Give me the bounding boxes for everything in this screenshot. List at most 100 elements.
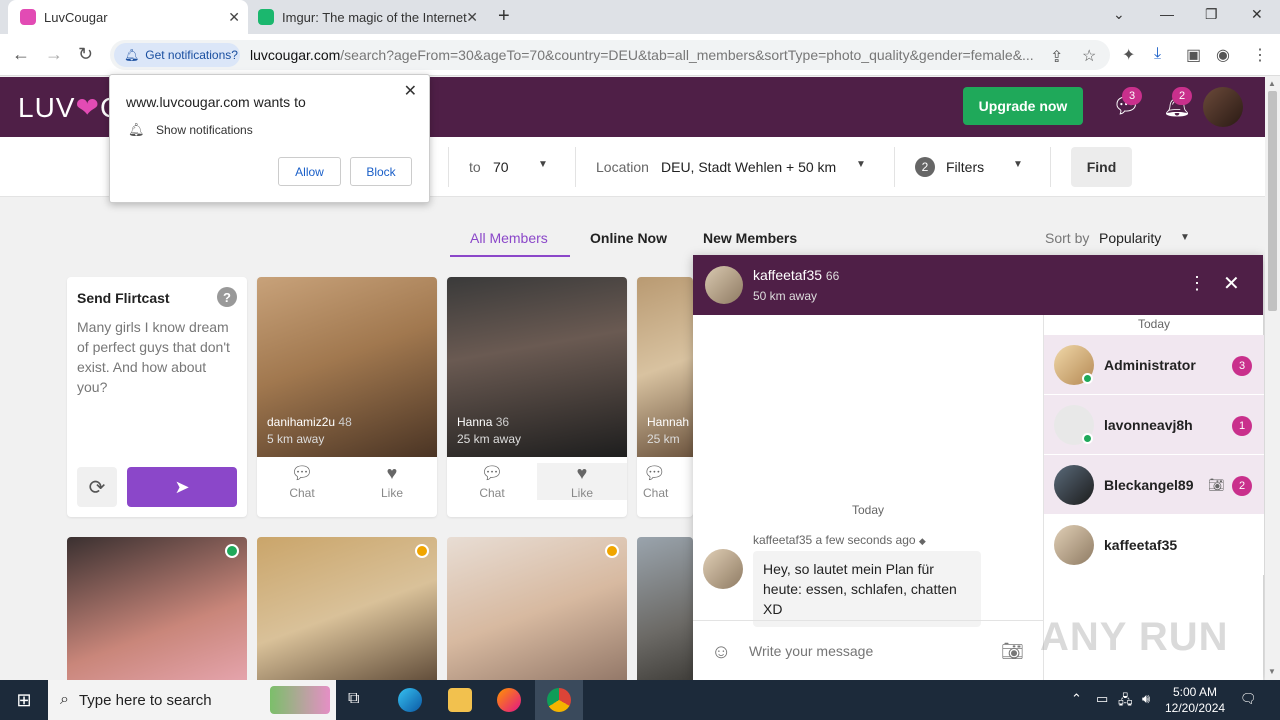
chevron-down-icon[interactable]: ▼ [538, 159, 548, 170]
filters-dropdown[interactable]: Filters [946, 159, 984, 175]
browser-menu-icon[interactable]: ⋮ [1252, 45, 1268, 65]
member-photo[interactable] [447, 537, 627, 687]
member-card[interactable]: Hannah 25 km 💬︎ Chat [637, 277, 693, 517]
online-status-dot [1082, 373, 1093, 384]
sender-avatar[interactable] [703, 549, 743, 589]
unread-badge: 3 [1232, 356, 1252, 376]
close-tab-icon[interactable]: ✕ [466, 9, 478, 26]
omnibox[interactable]: 🔔︎ Get notifications? luvcougar.com/sear… [110, 40, 1110, 70]
more-options-icon[interactable]: ⋮ [1188, 273, 1206, 294]
close-window-icon[interactable]: ✕ [1251, 6, 1263, 23]
chat-button[interactable]: 💬︎ Chat [257, 463, 347, 500]
conversation-item[interactable]: Bleckangel89 📷︎ 2 [1044, 455, 1264, 515]
chat-button[interactable]: 💬︎ Chat [637, 463, 693, 500]
task-view-icon[interactable]: ⧉ [348, 690, 372, 714]
notification-chip[interactable]: 🔔︎ Get notifications? [114, 43, 240, 67]
tab-luvcougar[interactable]: LuvCougar ✕ [8, 0, 248, 34]
allow-button[interactable]: Allow [278, 157, 341, 186]
edge-icon[interactable] [398, 688, 422, 712]
extensions-icon[interactable]: ✦ [1122, 45, 1135, 65]
member-photo[interactable] [257, 277, 437, 457]
windows-start-icon[interactable]: ⊞ [0, 680, 48, 720]
sort-select[interactable]: Popularity [1099, 230, 1161, 246]
firefox-icon[interactable] [497, 688, 521, 712]
member-photo[interactable] [637, 277, 693, 457]
tab-imgur[interactable]: Imgur: The magic of the Internet ✕ [250, 0, 486, 34]
download-icon[interactable]: ⤓ [1154, 45, 1161, 63]
message-input[interactable] [749, 637, 989, 665]
away-status-dot [415, 544, 429, 558]
conversation-name: lavonneavj8h [1104, 417, 1193, 433]
age-to-select[interactable]: 70 [493, 159, 509, 175]
scrollbar-thumb[interactable] [1268, 91, 1277, 311]
close-icon[interactable]: ✕ [1223, 271, 1240, 296]
action-center-icon[interactable]: 🗨︎ [1240, 691, 1257, 707]
conversation-item[interactable]: lavonneavj8h 1 [1044, 395, 1264, 455]
permission-label: Show notifications [156, 123, 253, 137]
profile-icon[interactable]: ◉ [1216, 45, 1230, 65]
system-clock[interactable]: 5:00 AM 12/20/2024 [1165, 684, 1225, 716]
minimize-icon[interactable]: — [1160, 6, 1174, 22]
member-photo[interactable] [257, 537, 437, 687]
network-adapter-icon[interactable]: ▭ [1096, 691, 1108, 707]
url-text[interactable]: luvcougar.com/search?ageFrom=30&ageTo=70… [250, 47, 1050, 63]
page-scrollbar[interactable]: ▲ ▼ [1265, 77, 1280, 680]
search-highlight-image [270, 686, 330, 714]
forward-icon[interactable]: → [45, 44, 63, 65]
chat-partner-avatar[interactable] [705, 266, 743, 304]
member-photo[interactable] [67, 537, 247, 687]
chevron-down-icon[interactable]: ▼ [1180, 232, 1190, 243]
volume-icon[interactable]: 🔊︎ [1142, 691, 1150, 707]
conversation-item[interactable]: kaffeetaf35 [1044, 515, 1264, 575]
taskbar-search[interactable]: ⌕ Type here to search [48, 680, 336, 720]
network-icon[interactable]: 🖧︎ [1118, 691, 1133, 713]
scroll-up-icon[interactable]: ▲ [1268, 79, 1276, 88]
day-separator: Today [851, 503, 885, 517]
member-card[interactable]: Hanna 36 25 km away 💬︎ Chat ♥ Like [447, 277, 627, 517]
bookmark-star-icon[interactable]: ☆ [1082, 46, 1096, 66]
tab-new-members[interactable]: New Members [703, 230, 797, 246]
scroll-down-icon[interactable]: ▼ [1268, 667, 1276, 676]
emoji-icon[interactable]: ☺ [711, 641, 731, 664]
member-card[interactable]: danihamiz2u 48 5 km away 💬︎ Chat ♥ Like [257, 277, 437, 517]
chat-button[interactable]: 💬︎ Chat [447, 463, 537, 500]
active-tab-indicator [450, 255, 570, 257]
tab-search-icon[interactable]: ⌄ [1113, 6, 1125, 23]
refresh-button[interactable]: ⟳ [77, 467, 117, 507]
chat-bubble-icon: 💬︎ [643, 463, 666, 483]
chevron-down-icon[interactable]: ▼ [1013, 159, 1023, 170]
back-icon[interactable]: ← [12, 44, 30, 65]
tab-title: LuvCougar [44, 9, 108, 25]
tray-chevron-icon[interactable]: ⌃ [1071, 691, 1082, 707]
new-tab-icon[interactable]: + [498, 5, 510, 28]
chat-partner-name[interactable]: kaffeetaf35 66 [753, 267, 839, 283]
bell-icon: 🔔︎ [128, 122, 145, 137]
location-select[interactable]: DEU, Stadt Wehlen + 50 km [661, 159, 836, 175]
camera-icon[interactable]: 📷︎ [1001, 641, 1024, 662]
conversation-item[interactable]: Administrator 3 [1044, 335, 1264, 395]
reload-icon[interactable]: ↻ [78, 44, 93, 65]
user-avatar[interactable] [1203, 87, 1243, 127]
block-button[interactable]: Block [350, 157, 412, 186]
like-button[interactable]: ♥ Like [347, 463, 437, 500]
chrome-icon[interactable] [547, 688, 571, 712]
find-button[interactable]: Find [1071, 147, 1132, 187]
help-icon[interactable]: ? [217, 287, 237, 307]
member-photo[interactable] [637, 537, 693, 687]
restore-icon[interactable]: ❐ [1205, 6, 1218, 23]
side-panel-icon[interactable]: ▣ [1186, 45, 1201, 65]
chevron-down-icon[interactable]: ▼ [856, 159, 866, 170]
online-status-dot [1082, 433, 1093, 444]
close-icon[interactable]: ✕ [404, 81, 417, 101]
close-tab-icon[interactable]: ✕ [228, 9, 240, 26]
member-photo[interactable] [447, 277, 627, 457]
file-explorer-icon[interactable] [448, 688, 472, 712]
upgrade-button[interactable]: Upgrade now [963, 87, 1083, 125]
like-button[interactable]: ♥ Like [537, 463, 627, 500]
tab-online-now[interactable]: Online Now [590, 230, 667, 246]
tab-all-members[interactable]: All Members [470, 230, 548, 246]
send-flirtcast-button[interactable]: ➤ [127, 467, 237, 507]
luvcougar-logo[interactable]: LUV❤C [18, 91, 121, 124]
unread-badge: 1 [1232, 416, 1252, 436]
share-icon[interactable]: ⇪ [1050, 47, 1063, 67]
